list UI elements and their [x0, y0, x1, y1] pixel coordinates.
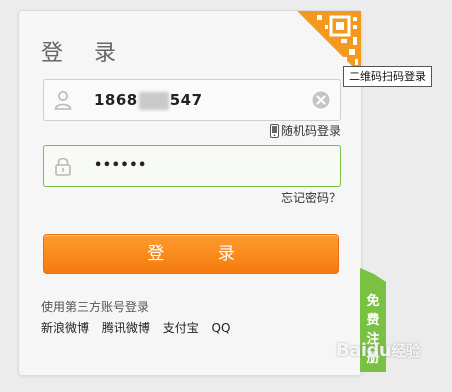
provider-qq[interactable]: QQ [212, 321, 231, 335]
third-party-links: 新浪微博 腾讯微博 支付宝 QQ [41, 319, 239, 336]
provider-alipay[interactable]: 支付宝 [163, 321, 199, 335]
password-field[interactable]: •••••• [43, 145, 341, 187]
forgot-password-link[interactable]: 忘记密码？ [281, 189, 341, 206]
username-value: 1868 547 [94, 91, 203, 110]
random-code-login-link[interactable]: 随机码登录 [269, 122, 341, 139]
password-value: •••••• [94, 158, 147, 173]
username-field[interactable]: 1868 547 [43, 79, 341, 121]
lock-icon [55, 157, 71, 176]
qr-login-tooltip: 二维码扫码登录 [343, 66, 432, 87]
login-title: 登 录 [41, 41, 128, 66]
login-button[interactable]: 登 录 [43, 234, 339, 274]
login-panel: 登 录 1868 547 随机码登录 •••••• 忘记密码？ 登 录 使用第三… [18, 10, 362, 376]
user-icon [54, 91, 72, 110]
provider-sina-weibo[interactable]: 新浪微博 [41, 321, 89, 335]
masked-digits [138, 91, 169, 110]
third-party-title: 使用第三方账号登录 [41, 300, 150, 314]
phone-icon [269, 124, 279, 138]
baidu-watermark: Baidu经验 [336, 340, 421, 361]
clear-icon[interactable] [312, 91, 330, 109]
provider-tencent-weibo[interactable]: 腾讯微博 [102, 321, 150, 335]
